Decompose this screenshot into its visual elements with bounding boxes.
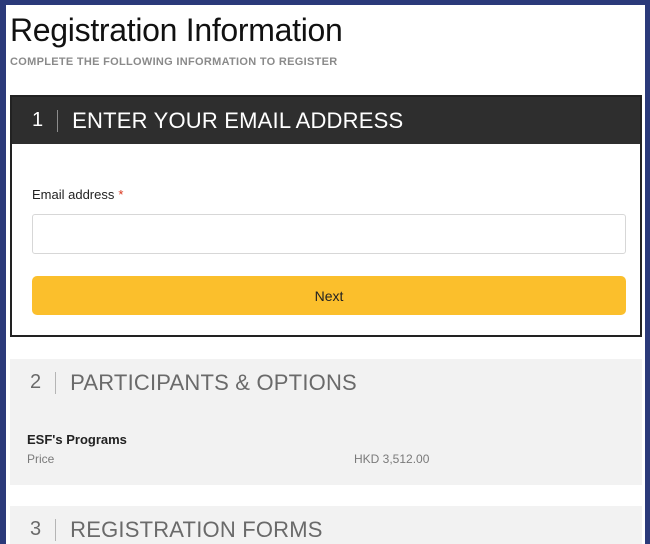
step-divider xyxy=(57,109,59,132)
step-number: 2 xyxy=(30,371,42,393)
step-title: REGISTRATION FORMS xyxy=(70,516,323,542)
step-divider xyxy=(55,518,57,541)
page-subtitle: COMPLETE THE FOLLOWING INFORMATION TO RE… xyxy=(10,56,338,68)
step-forms-header[interactable]: 3 REGISTRATION FORMS xyxy=(10,506,642,544)
step-number: 3 xyxy=(30,518,42,540)
email-label-text: Email address xyxy=(32,187,115,202)
step-title: PARTICIPANTS & OPTIONS xyxy=(70,369,357,395)
email-input[interactable] xyxy=(32,214,626,254)
price-label: Price xyxy=(27,452,55,466)
program-name: ESF's Programs xyxy=(27,432,127,447)
step-title: ENTER YOUR EMAIL ADDRESS xyxy=(72,107,404,133)
step-forms-section[interactable]: 3 REGISTRATION FORMS xyxy=(10,506,642,544)
step-participants-section[interactable]: 2 PARTICIPANTS & OPTIONS ESF's Programs … xyxy=(10,359,642,485)
next-button[interactable]: Next xyxy=(32,276,626,315)
step-divider xyxy=(55,371,57,394)
email-label: Email address * xyxy=(32,187,123,202)
step-email-header: 1 ENTER YOUR EMAIL ADDRESS xyxy=(12,97,640,144)
registration-page: Registration Information COMPLETE THE FO… xyxy=(6,5,645,544)
price-value: HKD 3,512.00 xyxy=(354,452,430,466)
step-email-section: 1 ENTER YOUR EMAIL ADDRESS Email address… xyxy=(10,95,642,337)
page-title: Registration Information xyxy=(10,12,343,48)
step-participants-header[interactable]: 2 PARTICIPANTS & OPTIONS xyxy=(10,359,642,406)
step-number: 1 xyxy=(32,109,44,131)
required-marker: * xyxy=(118,187,124,202)
